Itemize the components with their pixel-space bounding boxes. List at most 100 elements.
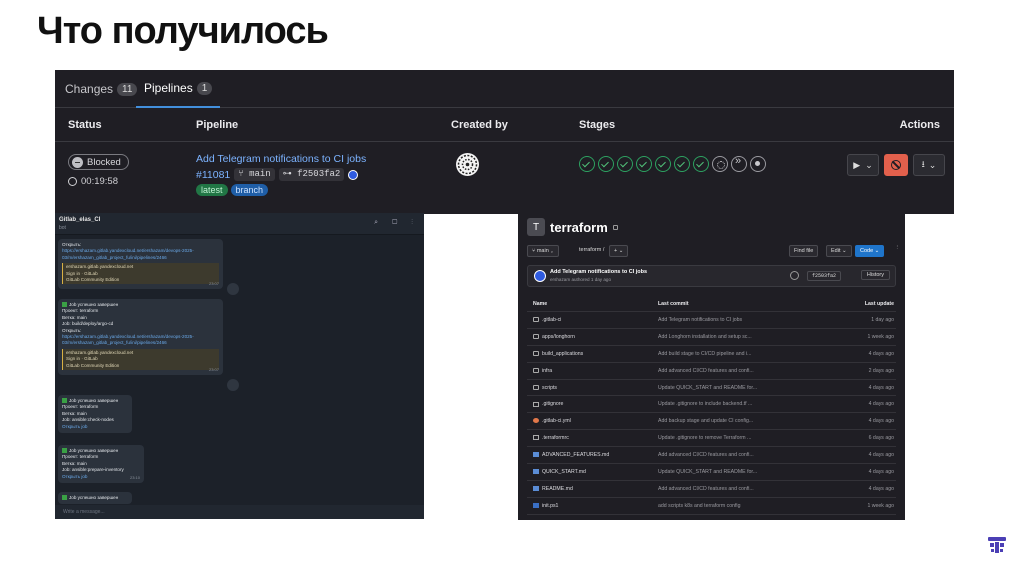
- stage-success-icon[interactable]: [636, 156, 652, 172]
- more-icon[interactable]: ⋮: [895, 245, 901, 251]
- message-link[interactable]: https://ershazam.gitlab.yandexcloud.net/…: [62, 248, 219, 261]
- table-row[interactable]: .gitignore Update .gitignore to include b…: [527, 396, 896, 414]
- tab-count: 11: [117, 82, 138, 96]
- commit-sha[interactable]: f2503fa2: [807, 271, 842, 281]
- add-button[interactable]: + ⌄: [609, 245, 629, 257]
- manual-jobs-button[interactable]: ▶ ⌄: [847, 154, 879, 176]
- message-time: 23:07: [208, 281, 219, 287]
- table-row[interactable]: ADVANCED_FEATURES.md Add advanced CI/CD f…: [527, 447, 896, 465]
- stage-success-icon[interactable]: [598, 156, 614, 172]
- file-name-link[interactable]: ADVANCED_FEATURES.md: [533, 452, 609, 458]
- folder-icon: [533, 317, 539, 323]
- table-row[interactable]: README.md Add advanced CI/CD features and…: [527, 481, 896, 498]
- file-last-commit[interactable]: Add advanced CI/CD features and confi...: [658, 368, 754, 374]
- stage-success-icon[interactable]: [655, 156, 671, 172]
- stage-success-icon[interactable]: [617, 156, 633, 172]
- file-last-commit[interactable]: Update .gitignore to include backend.tf …: [658, 401, 752, 407]
- table-row[interactable]: .gitlab-ci.yml Add backup stage and updat…: [527, 413, 896, 431]
- file-name-link[interactable]: init.ps1: [533, 503, 558, 509]
- stage-success-icon[interactable]: [693, 156, 709, 172]
- status-badge[interactable]: Blocked: [68, 154, 129, 170]
- stage-created-icon[interactable]: [750, 156, 766, 172]
- edit-button[interactable]: Edit ⌄: [826, 245, 852, 257]
- file-name-link[interactable]: build_applications: [533, 351, 583, 357]
- table-row[interactable]: .terraformrc Update .gitignore to remove …: [527, 430, 896, 448]
- file-name: .gitignore: [542, 401, 564, 408]
- commit-message-link[interactable]: Add Telegram notifications to CI jobs: [550, 269, 647, 275]
- file-last-commit[interactable]: Add build stage to CI/CD pipeline and i.…: [658, 351, 751, 357]
- file-name-link[interactable]: infra: [533, 368, 552, 374]
- file-name-link[interactable]: .gitignore: [533, 401, 563, 407]
- find-file-button[interactable]: Find file: [789, 245, 819, 257]
- message-link[interactable]: Открыть job: [62, 424, 128, 430]
- pipeline-title-link[interactable]: Add Telegram notifications to CI jobs: [196, 153, 366, 165]
- file-name-link[interactable]: .terraformrc: [533, 435, 569, 441]
- commit-chip[interactable]: ⊶ f2503fa2: [278, 168, 345, 181]
- file-name-link[interactable]: README.md: [533, 486, 573, 492]
- table-row[interactable]: init.ps1 add scripts k8s and terraform co…: [527, 498, 896, 515]
- branch-chip[interactable]: ⑂ main: [234, 168, 275, 181]
- stage-manual-icon[interactable]: [712, 156, 728, 172]
- branch-selector[interactable]: ⑂ main ⌄: [527, 245, 559, 257]
- file-last-commit[interactable]: Add backup stage and update CI config...: [658, 418, 753, 424]
- file-last-update: 4 days ago: [868, 452, 894, 459]
- author-avatar[interactable]: [534, 270, 546, 282]
- file-name-link[interactable]: scripts: [533, 385, 557, 391]
- file-table-header: Name Last commit Last update: [527, 296, 896, 312]
- tab-label: Changes: [65, 82, 114, 96]
- file-name-link[interactable]: QUICK_START.md: [533, 469, 586, 475]
- file-last-commit[interactable]: add scripts k8s and terraform config: [658, 503, 740, 509]
- tab-changes[interactable]: Changes 11: [65, 70, 138, 108]
- message-link[interactable]: Открыть job: [62, 474, 140, 480]
- stage-success-icon[interactable]: [579, 156, 595, 172]
- link-preview: ershazam.gitlab.yandexcloud.net Sign in …: [62, 263, 219, 285]
- col-actions: Actions: [899, 119, 940, 131]
- file-name-link[interactable]: .gitlab-ci.yml: [533, 418, 571, 424]
- code-button[interactable]: Code ⌄: [855, 245, 885, 257]
- file-last-commit[interactable]: Add advanced CI/CD features and confi...: [658, 486, 754, 492]
- duration: 00:19:58: [68, 176, 118, 187]
- branch-icon: ⑂: [238, 169, 250, 179]
- table-row[interactable]: QUICK_START.md Update QUICK_START and REA…: [527, 464, 896, 481]
- message-line: Job успешно завершен: [62, 495, 128, 501]
- repo-screenshot: T terraform ⑂ main ⌄ terraform / + ⌄ Fin…: [518, 212, 905, 520]
- file-icon: [533, 452, 539, 458]
- file-last-update: 4 days ago: [868, 401, 894, 408]
- file-last-commit[interactable]: Add Telegram notifications to CI jobs: [658, 317, 742, 323]
- file-last-update: 1 day ago: [871, 317, 894, 323]
- file-name-link[interactable]: apps/longhorn: [533, 334, 575, 340]
- tab-pipelines[interactable]: Pipelines 1: [136, 70, 221, 108]
- message-link[interactable]: https://ershazam.gitlab.yandexcloud.net/…: [62, 334, 219, 347]
- pipeline-status-icon[interactable]: [790, 271, 799, 280]
- file-last-update: 1 week ago: [867, 333, 894, 340]
- share-button[interactable]: [227, 283, 239, 295]
- pipeline-id-link[interactable]: #11081: [196, 169, 230, 181]
- table-row[interactable]: build_applications Add build stage to CI/…: [527, 346, 896, 363]
- author-avatar[interactable]: [348, 169, 359, 180]
- creator-avatar[interactable]: [456, 153, 479, 176]
- lock-icon: [612, 224, 618, 230]
- project-avatar: T: [527, 218, 545, 236]
- cancel-pipeline-button[interactable]: [884, 154, 908, 176]
- file-name-link[interactable]: .gitlab-ci: [533, 317, 561, 323]
- stage-skipped-icon[interactable]: [731, 155, 747, 172]
- file-last-commit[interactable]: Update QUICK_START and README for...: [658, 385, 757, 391]
- message-input[interactable]: Write a message...: [55, 505, 424, 519]
- history-button[interactable]: History: [860, 270, 890, 280]
- message-bubble: Job успешно завершен: [58, 492, 132, 505]
- file-last-commit[interactable]: Add advanced CI/CD features and confi...: [658, 452, 754, 458]
- file-last-commit[interactable]: Update .gitignore to remove Terraform ..…: [658, 435, 751, 441]
- table-row[interactable]: .gitlab-ci Add Telegram notifications to …: [527, 312, 896, 329]
- creator-avatar-pattern: [457, 154, 478, 175]
- stage-indicators: [579, 155, 766, 172]
- stage-success-icon[interactable]: [674, 156, 690, 172]
- download-artifacts-button[interactable]: ⭳ ⌄: [913, 154, 945, 176]
- table-row[interactable]: scripts Update QUICK_START and README for…: [527, 380, 896, 397]
- share-button[interactable]: [227, 379, 239, 391]
- file-last-update: 1 week ago: [867, 502, 894, 509]
- table-row[interactable]: infra Add advanced CI/CD features and con…: [527, 363, 896, 380]
- file-last-commit[interactable]: Add Longhorn installation and setup sc..…: [658, 334, 752, 340]
- file-last-commit[interactable]: Update QUICK_START and README for...: [658, 469, 757, 475]
- table-row[interactable]: apps/longhorn Add Longhorn installation a…: [527, 329, 896, 346]
- file-name: build_applications: [542, 350, 584, 357]
